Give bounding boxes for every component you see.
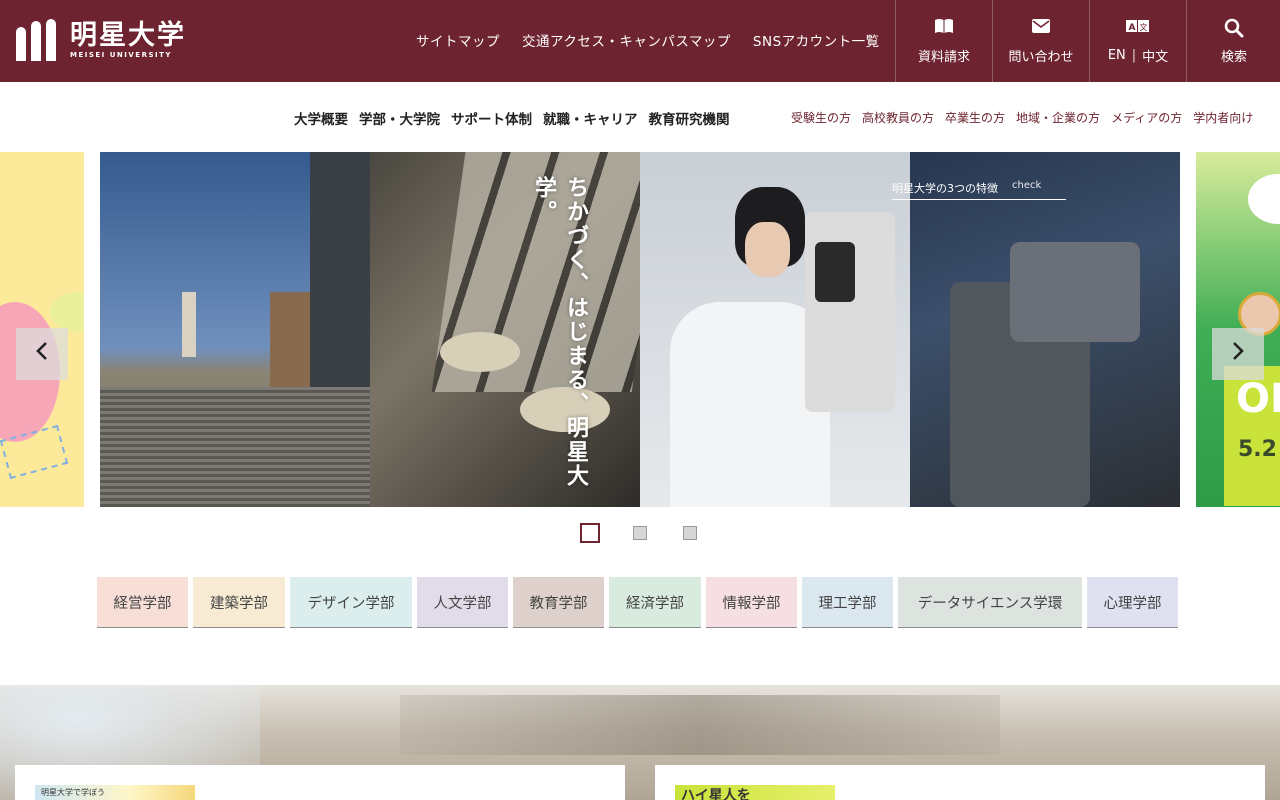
chevron-left-icon <box>35 341 49 367</box>
logo-text: 明星大学 <box>70 19 186 51</box>
nav-faculties[interactable]: 学部・大学院 <box>359 108 440 128</box>
nav-support[interactable]: サポート体制 <box>451 108 532 128</box>
svg-text:A: A <box>1129 23 1136 33</box>
audience-applicants[interactable]: 受験生の方 <box>791 109 851 126</box>
lang-separator: | <box>1131 47 1137 63</box>
faculty-link[interactable]: 人文学部 <box>417 577 508 628</box>
request-materials-button[interactable]: 資料請求 <box>895 0 992 82</box>
slide-dot-3[interactable] <box>683 526 697 540</box>
book-icon <box>934 18 954 42</box>
translate-icon: A文 <box>1126 18 1150 42</box>
sns-accounts-link[interactable]: SNSアカウント一覧 <box>753 30 880 50</box>
main-nav: 大学概要 学部・大学院 サポート体制 就職・キャリア 教育研究機関 <box>294 108 730 128</box>
faculty-link[interactable]: 心理学部 <box>1087 577 1178 628</box>
nav-research[interactable]: 教育研究機関 <box>649 108 730 128</box>
logo-subtext: MEISEI UNIVERSITY <box>70 50 172 59</box>
card-thumb-text: ハイ星人を <box>681 788 751 800</box>
utility-links: サイトマップ 交通アクセス・キャンパスマップ SNSアカウント一覧 <box>416 30 880 50</box>
hero-copy: ちかづく、はじまる、明星大学。 <box>531 176 588 488</box>
current-slide[interactable] <box>100 152 1180 507</box>
audience-nav: 受験生の方 高校教員の方 卒業生の方 地域・企業の方 メディアの方 学内者向け <box>791 109 1253 126</box>
audience-media[interactable]: メディアの方 <box>1111 109 1182 126</box>
audience-community[interactable]: 地域・企業の方 <box>1016 109 1100 126</box>
slide-dot-1[interactable] <box>580 523 600 543</box>
search-icon <box>1224 18 1244 42</box>
feature-section: 明星大学で学ぼう ハイ星人を <box>0 685 1280 800</box>
nav-career[interactable]: 就職・キャリア <box>543 108 638 128</box>
slide-dot-2[interactable] <box>633 526 647 540</box>
faculty-link[interactable]: 教育学部 <box>513 577 604 628</box>
slider-prev-button[interactable] <box>16 328 68 380</box>
contact-button[interactable]: 問い合わせ <box>992 0 1089 82</box>
slider-next-button[interactable] <box>1212 328 1264 380</box>
features-link[interactable]: 明星大学の3つの特徴 check <box>892 180 1066 200</box>
audience-alumni[interactable]: 卒業生の方 <box>945 109 1005 126</box>
telescope-photo <box>910 152 1180 507</box>
top-header: 明星大学 MEISEI UNIVERSITY サイトマップ 交通アクセス・キャン… <box>0 0 1280 82</box>
feature-card[interactable]: ハイ星人を <box>655 765 1265 800</box>
lab-photo <box>640 152 910 507</box>
header-buttons: 資料請求 問い合わせ A文 EN | 中文 検索 <box>895 0 1280 82</box>
lang-zh-link[interactable]: 中文 <box>1142 46 1168 65</box>
faculty-links: 経営学部 建築学部 デザイン学部 人文学部 教育学部 経済学部 情報学部 理工学部 データサイエ… <box>97 577 1178 628</box>
request-materials-label: 資料請求 <box>917 49 970 65</box>
faculty-link[interactable]: 建築学部 <box>193 577 285 628</box>
search-label: 検索 <box>1220 49 1247 65</box>
secondary-nav: 大学概要 学部・大学院 サポート体制 就職・キャリア 教育研究機関 受験生の方 … <box>0 82 1280 152</box>
language-switcher: A文 EN | 中文 <box>1089 0 1186 82</box>
features-check-label: check <box>1012 180 1042 191</box>
campus-photo <box>100 152 370 507</box>
faculty-link[interactable]: デザイン学部 <box>290 577 412 628</box>
students-photo <box>370 152 640 507</box>
sitemap-link[interactable]: サイトマップ <box>416 30 500 50</box>
search-button[interactable]: 検索 <box>1186 0 1280 82</box>
slider-pagination <box>580 523 697 543</box>
audience-teachers[interactable]: 高校教員の方 <box>862 109 934 126</box>
faculty-link[interactable]: 経営学部 <box>97 577 188 628</box>
envelope-icon <box>1031 18 1051 42</box>
open-campus-date: 5.2 <box>1238 437 1277 462</box>
faculty-link[interactable]: 理工学部 <box>802 577 893 628</box>
audience-internal[interactable]: 学内者向け <box>1193 109 1253 126</box>
faculty-link[interactable]: 経済学部 <box>609 577 701 628</box>
card-thumbnail: 明星大学で学ぼう <box>35 785 195 800</box>
contact-label: 問い合わせ <box>1008 49 1074 65</box>
features-link-label: 明星大学の3つの特徴 <box>892 182 998 195</box>
card-thumbnail: ハイ星人を <box>675 785 835 800</box>
faculty-link[interactable]: 情報学部 <box>706 577 797 628</box>
logo-mark-icon <box>16 19 62 61</box>
lang-en-link[interactable]: EN <box>1108 48 1126 63</box>
card-thumb-text: 明星大学で学ぼう <box>41 788 105 797</box>
site-logo[interactable]: 明星大学 MEISEI UNIVERSITY <box>16 18 186 62</box>
chevron-right-icon <box>1231 341 1245 367</box>
feature-card[interactable]: 明星大学で学ぼう <box>15 765 625 800</box>
hero-slider: ちかづく、はじまる、明星大学。 明星大学の3つの特徴 check OI 5.2 <box>0 152 1280 507</box>
faculty-link[interactable]: データサイエンス学環 <box>898 577 1082 628</box>
open-campus-text: OI <box>1236 376 1280 422</box>
access-map-link[interactable]: 交通アクセス・キャンパスマップ <box>522 30 731 50</box>
nav-about[interactable]: 大学概要 <box>294 108 348 128</box>
svg-text:文: 文 <box>1140 22 1148 32</box>
